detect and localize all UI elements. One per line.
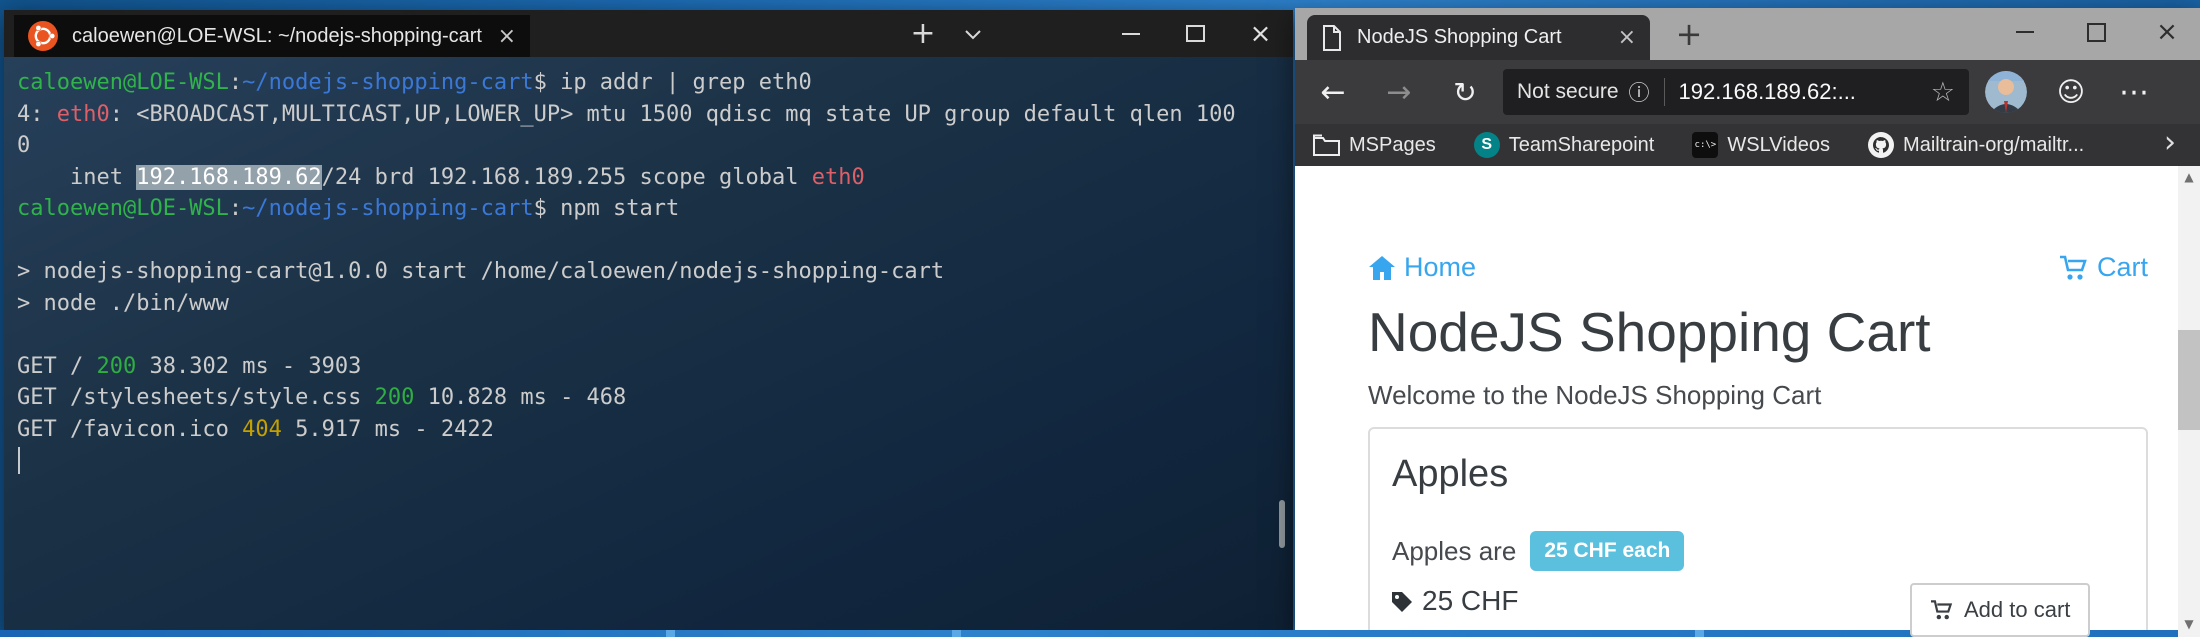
terminal-line: caloewen@LOE-WSL:~/nodejs-shopping-cart$… (17, 196, 680, 221)
scrollbar-thumb[interactable] (2178, 330, 2200, 430)
wallpaper-highlight (1695, 630, 1704, 637)
terminal-line: GET /favicon.ico 404 5.917 ms - 2422 (17, 416, 494, 442)
minimize-icon (1121, 32, 1140, 35)
scroll-down-icon[interactable]: ▼ (2178, 613, 2200, 635)
maximize-icon (2086, 22, 2106, 42)
cart-icon (2059, 254, 2089, 282)
product-name: Apples (1392, 453, 1509, 496)
browser-window: NodeJS Shopping Cart × + × ← → ↻ Not sec… (1295, 8, 2200, 637)
more-menu-icon[interactable]: ⋯ (2117, 75, 2153, 110)
home-link[interactable]: Home (1368, 252, 1476, 283)
page-content: Home Cart NodeJS Shopping Cart Welcome t… (1295, 166, 2200, 637)
wallpaper-highlight (666, 630, 675, 637)
favorite-wslvideos[interactable]: c:\> WSLVideos (1692, 132, 1830, 158)
info-icon[interactable]: ⓘ (1629, 77, 1650, 107)
price-badge: 25 CHF each (1530, 531, 1685, 572)
cart-icon (1930, 599, 1954, 621)
terminal-line: GET /stylesheets/style.css 200 10.828 ms… (17, 385, 627, 410)
address-divider (1663, 78, 1665, 106)
minimize-icon (2016, 31, 2034, 33)
forward-button[interactable]: → (1377, 75, 1421, 110)
scroll-up-icon[interactable]: ▲ (2178, 166, 2200, 188)
favorite-mspages[interactable]: MSPages (1313, 134, 1436, 157)
page-icon (1321, 24, 1343, 52)
product-description: Apples are 25 CHF each (1392, 531, 1685, 572)
terminal-output[interactable]: caloewen@LOE-WSL:~/nodejs-shopping-cart$… (4, 57, 1293, 637)
browser-toolbar: ← → ↻ Not secure ⓘ 192.168.189.62:... ☆ (1295, 60, 2200, 124)
favorite-label: WSLVideos (1727, 133, 1831, 156)
product-card: Apples Apples are 25 CHF each 25 CHF Add… (1368, 427, 2148, 637)
command-prompt-icon: c:\> (1692, 132, 1719, 158)
page-scrollbar[interactable]: ▲ ▼ (2178, 166, 2200, 637)
browser-tab[interactable]: NodeJS Shopping Cart × (1307, 15, 1650, 60)
address-bar[interactable]: Not secure ⓘ 192.168.189.62:... ☆ (1503, 69, 1969, 115)
favorite-teamsharepoint[interactable]: S TeamSharepoint (1473, 132, 1655, 158)
close-icon[interactable]: × (498, 24, 516, 49)
product-description-text: Apples are (1392, 535, 1517, 566)
terminal-line: 4: eth0: <BROADCAST,MULTICAST,UP,LOWER_U… (17, 101, 1236, 127)
terminal-scrollbar[interactable] (1279, 500, 1285, 548)
ubuntu-icon (28, 21, 58, 51)
desktop: caloewen@LOE-WSL: ~/nodejs-shopping-cart… (0, 0, 2200, 637)
product-price: 25 CHF (1390, 585, 1518, 617)
sharepoint-icon: S (1473, 132, 1500, 158)
back-button[interactable]: ← (1311, 75, 1355, 110)
feedback-smiley-icon[interactable]: ☺ (2053, 77, 2089, 108)
terminal-titlebar: caloewen@LOE-WSL: ~/nodejs-shopping-cart… (4, 10, 1293, 57)
cart-label: Cart (2096, 252, 2148, 282)
cart-link[interactable]: Cart (2059, 252, 2148, 283)
add-to-cart-button[interactable]: Add to cart (1910, 583, 2091, 637)
welcome-text: Welcome to the NodeJS Shopping Cart (1368, 380, 1822, 411)
favorite-label: Mailtrain-org/mailtr... (1903, 133, 2085, 156)
terminal-tab[interactable]: caloewen@LOE-WSL: ~/nodejs-shopping-cart… (14, 15, 530, 57)
refresh-button[interactable]: ↻ (1443, 76, 1487, 109)
terminal-line: > nodejs-shopping-cart@1.0.0 start /home… (17, 259, 945, 284)
terminal-cursor (18, 447, 20, 474)
home-icon (1368, 255, 1396, 281)
tag-icon (1390, 589, 1414, 613)
home-label: Home (1404, 252, 1477, 282)
new-tab-button[interactable]: + (900, 10, 946, 57)
favorite-star-icon[interactable]: ☆ (1931, 77, 1955, 108)
wallpaper-highlight (952, 630, 961, 637)
page-title: NodeJS Shopping Cart (1368, 301, 1931, 363)
url-text[interactable]: 192.168.189.62:... (1679, 79, 1923, 105)
new-tab-button[interactable]: + (1667, 8, 1711, 60)
close-button[interactable]: × (2145, 8, 2189, 56)
minimize-button[interactable] (1098, 10, 1163, 57)
profile-avatar[interactable] (1985, 71, 2027, 113)
favorite-label: TeamSharepoint (1508, 133, 1655, 156)
minimize-button[interactable] (2003, 8, 2047, 56)
maximize-button[interactable] (1163, 10, 1228, 57)
terminal-tab-title: caloewen@LOE-WSL: ~/nodejs-shopping-cart (72, 24, 482, 47)
terminal-line: inet 192.168.189.62/24 brd 192.168.189.2… (17, 164, 865, 190)
terminal-line: caloewen@LOE-WSL:~/nodejs-shopping-cart$… (17, 70, 812, 95)
folder-icon (1313, 134, 1340, 156)
page-nav-row: Home Cart (1368, 252, 2148, 283)
terminal-line: GET / 200 38.302 ms - 3903 (17, 353, 362, 379)
maximize-icon (1186, 25, 1205, 42)
close-button[interactable]: × (1228, 10, 1293, 57)
chevron-down-icon[interactable] (950, 10, 996, 57)
terminal-window: caloewen@LOE-WSL: ~/nodejs-shopping-cart… (4, 10, 1293, 637)
favorites-overflow-chevron[interactable]: › (2164, 125, 2176, 160)
terminal-line: > node ./bin/www (17, 290, 229, 316)
product-price-text: 25 CHF (1422, 585, 1519, 617)
browser-tabbar: NodeJS Shopping Cart × + × (1295, 8, 2200, 60)
maximize-button[interactable] (2074, 8, 2118, 56)
favorites-bar: MSPages S TeamSharepoint c:\> WSLVideos … (1295, 124, 2200, 166)
wallpaper-strip (0, 630, 2200, 637)
github-icon (1868, 132, 1895, 158)
close-icon[interactable]: × (1618, 25, 1636, 50)
security-label: Not secure (1517, 80, 1619, 103)
add-to-cart-label: Add to cart (1964, 597, 2071, 623)
favorite-label: MSPages (1349, 133, 1436, 156)
browser-tab-title: NodeJS Shopping Cart (1357, 26, 1562, 48)
favorite-mailtrain[interactable]: Mailtrain-org/mailtr... (1868, 132, 2084, 158)
terminal-line: 0 (17, 133, 31, 158)
